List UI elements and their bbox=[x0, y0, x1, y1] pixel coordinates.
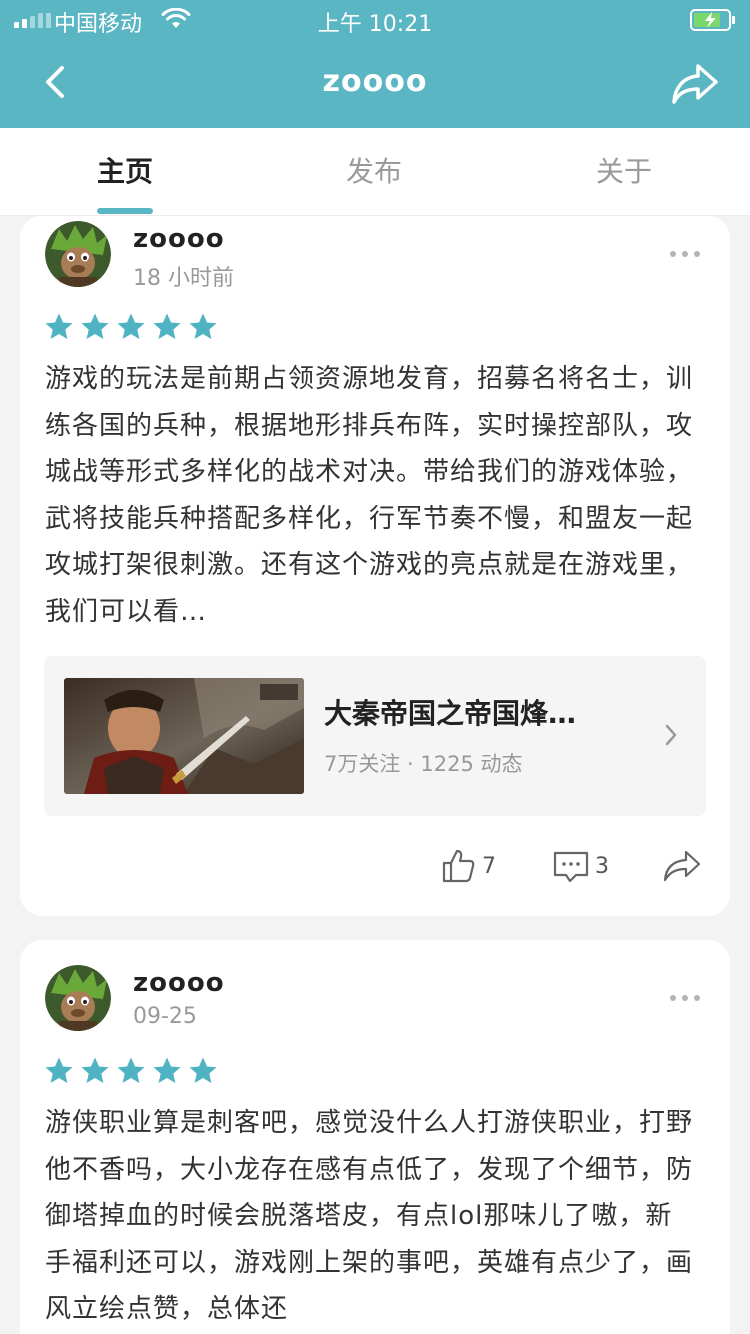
star-icon bbox=[81, 1057, 109, 1083]
battery-charging-icon bbox=[690, 9, 735, 31]
share-post-button[interactable] bbox=[662, 844, 702, 888]
post-card: zoooo 18 小时前 游戏的玩法是前期占领资源地发育，招募名将名士，训练各国… bbox=[20, 216, 730, 916]
top-bar: 中国移动 上午 10:21 zoooo bbox=[0, 0, 750, 128]
tab-active-indicator bbox=[97, 208, 153, 214]
page-title: zoooo bbox=[322, 64, 428, 99]
star-icon bbox=[117, 1057, 145, 1083]
tab-posts[interactable]: 发布 bbox=[274, 128, 474, 216]
star-icon bbox=[153, 313, 181, 339]
star-icon bbox=[153, 1057, 181, 1083]
star-icon bbox=[189, 313, 217, 339]
post-time: 09-25 bbox=[133, 1004, 197, 1029]
game-cover-image bbox=[64, 678, 304, 794]
star-icon bbox=[45, 313, 73, 339]
more-options-button[interactable] bbox=[670, 993, 700, 1003]
star-icon bbox=[45, 1057, 73, 1083]
avatar[interactable] bbox=[45, 221, 111, 287]
star-icon bbox=[189, 1057, 217, 1083]
comment-count: 3 bbox=[595, 853, 609, 879]
comment-button[interactable]: 3 bbox=[553, 844, 609, 888]
like-count: 7 bbox=[482, 853, 496, 879]
share-button[interactable] bbox=[666, 60, 722, 108]
star-icon bbox=[81, 313, 109, 339]
username[interactable]: zoooo bbox=[133, 224, 225, 254]
status-time: 上午 10:21 bbox=[317, 12, 433, 37]
tab-about[interactable]: 关于 bbox=[524, 128, 724, 216]
game-name: 大秦帝国之帝国烽… bbox=[324, 697, 577, 730]
username[interactable]: zoooo bbox=[133, 968, 225, 998]
post-text[interactable]: 游侠职业算是刺客吧，感觉没什么人打游侠职业，打野他不香吗，大小龙存在感有点低了，… bbox=[45, 1100, 695, 1334]
post-card: zoooo 09-25 游侠职业算是刺客吧，感觉没什么人打游侠职业，打野他不香吗… bbox=[20, 940, 730, 1334]
star-icon bbox=[117, 313, 145, 339]
thumbs-up-icon bbox=[442, 849, 475, 883]
post-text[interactable]: 游戏的玩法是前期占领资源地发育，招募名将名士，训练各国的兵种，根据地形排兵布阵，… bbox=[45, 356, 695, 636]
tab-bar: 主页 发布 关于 bbox=[0, 128, 750, 216]
share-icon bbox=[663, 850, 701, 882]
chevron-right-icon bbox=[665, 724, 677, 746]
more-options-button[interactable] bbox=[670, 249, 700, 259]
game-stats: 7万关注 · 1225 动态 bbox=[324, 752, 523, 776]
tab-home[interactable]: 主页 bbox=[25, 128, 225, 216]
post-actions: 7 3 bbox=[20, 844, 730, 888]
status-bar: 中国移动 上午 10:21 bbox=[0, 0, 750, 40]
post-time: 18 小时前 bbox=[133, 266, 234, 291]
rating-stars bbox=[44, 1056, 218, 1086]
rating-stars bbox=[44, 312, 218, 342]
comment-icon bbox=[553, 851, 589, 883]
like-button[interactable]: 7 bbox=[440, 844, 496, 888]
game-link-card[interactable]: 大秦帝国之帝国烽… 7万关注 · 1225 动态 bbox=[44, 656, 706, 816]
avatar[interactable] bbox=[45, 965, 111, 1031]
